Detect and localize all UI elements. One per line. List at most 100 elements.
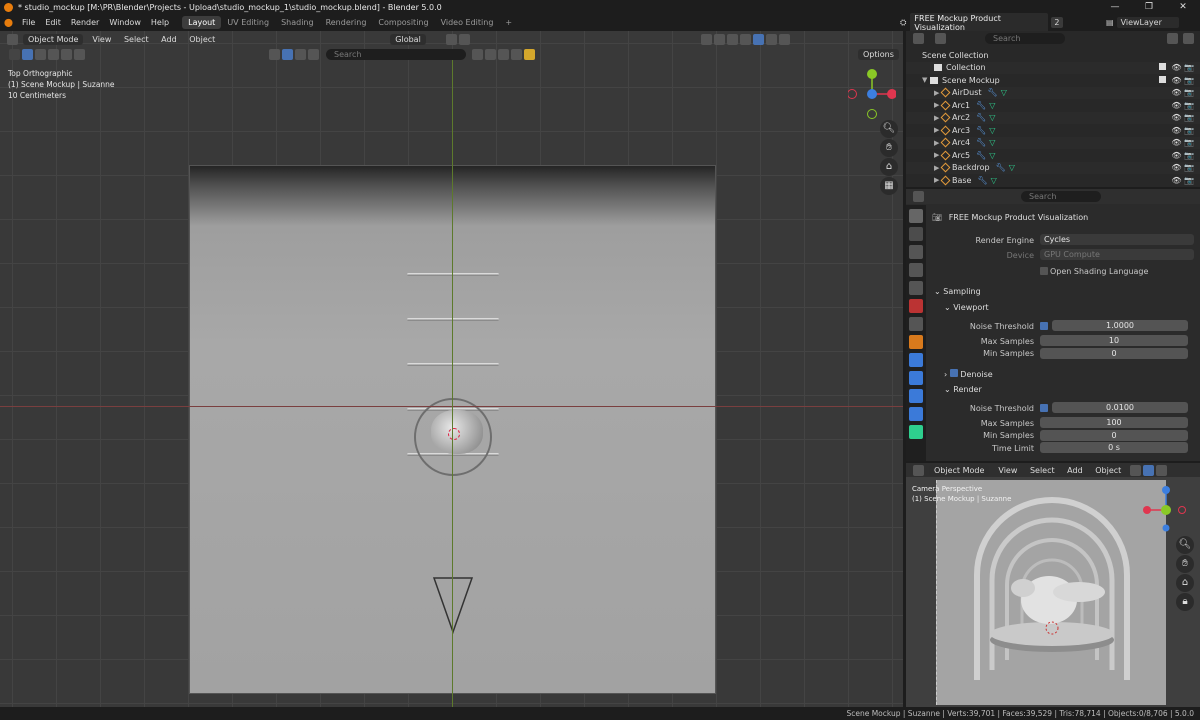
render-noise-threshold-field[interactable]: 0.0100 — [1052, 402, 1188, 413]
outliner-row-arc5[interactable]: ▶ Arc5 🔧︎ ▽ 👁 📷 — [906, 149, 1200, 162]
visibility-icons[interactable]: 👁 📷 — [1171, 113, 1194, 122]
visibility-icons[interactable]: 👁 📷 — [1171, 126, 1194, 135]
tab-compositing[interactable]: Compositing — [372, 16, 434, 29]
camera-view-icon[interactable]: ⌂ — [880, 158, 898, 176]
denoise-checkbox[interactable] — [949, 369, 958, 377]
add-workspace-button[interactable]: + — [499, 16, 518, 29]
select-intersect-icon[interactable] — [74, 49, 85, 60]
viewport-noise-threshold-checkbox[interactable] — [1040, 322, 1048, 330]
menu-help[interactable]: Help — [146, 18, 174, 27]
3d-cursor[interactable] — [448, 428, 460, 440]
options-button[interactable]: Options — [858, 49, 899, 60]
object-tab-icon[interactable] — [909, 335, 923, 349]
menu-window[interactable]: Window — [104, 18, 146, 27]
display-mode-icon[interactable] — [935, 33, 946, 44]
scene-name[interactable]: FREE Mockup Product Visualization — [910, 12, 1049, 33]
menu-view[interactable]: View — [87, 35, 116, 44]
render-min-samples-field[interactable]: 0 — [1040, 430, 1188, 441]
visibility-icons[interactable]: 👁 📷 — [1171, 151, 1194, 160]
visibility-icons[interactable]: 👁 📷 — [1171, 88, 1194, 97]
select-invert-icon[interactable] — [61, 49, 72, 60]
render-engine-dropdown[interactable]: Cycles — [1040, 234, 1194, 245]
visibility-icons[interactable]: 👁 📷 — [1171, 163, 1194, 172]
outliner-filter-icon[interactable] — [1167, 33, 1178, 44]
minimize-button[interactable]: — — [1098, 0, 1132, 14]
xray-toggle-icon[interactable] — [726, 33, 738, 45]
constraints-tab-icon[interactable] — [909, 407, 923, 421]
object-types-icon[interactable] — [269, 49, 280, 60]
camera-zoom-icon[interactable]: 🔍︎ — [1176, 536, 1194, 554]
gizmo-toggle-icon[interactable] — [700, 33, 712, 45]
render-noise-threshold-checkbox[interactable] — [1040, 404, 1048, 412]
tab-layout[interactable]: Layout — [182, 15, 222, 29]
view-layer-tab-icon[interactable] — [909, 263, 923, 277]
navigation-gizmo[interactable] — [848, 68, 896, 120]
select-extend-icon[interactable] — [35, 49, 46, 60]
editor-type-icon[interactable] — [913, 464, 924, 476]
camera-menu-select[interactable]: Select — [1025, 466, 1060, 475]
tab-video-editing[interactable]: Video Editing — [435, 16, 500, 29]
overlay-toggle-icon[interactable] — [713, 33, 725, 45]
select-box-tool-icon[interactable] — [9, 49, 20, 60]
outliner-row-scene-mockup[interactable]: ▼ Scene Mockup 👁 📷 — [906, 74, 1200, 87]
denoise-subpanel-header[interactable]: › Denoise — [944, 369, 993, 379]
device-dropdown[interactable]: GPU Compute — [1040, 249, 1194, 260]
sort-icon[interactable] — [485, 49, 496, 60]
view-layer-name[interactable]: ViewLayer — [1116, 17, 1179, 28]
zoom-icon[interactable]: 🔍︎ — [880, 120, 898, 138]
data-tab-icon[interactable] — [909, 425, 923, 439]
transform-orientation[interactable]: Global — [390, 33, 426, 45]
menu-render[interactable]: Render — [66, 18, 104, 27]
camera-pan-hand-icon[interactable]: ✋︎ — [1176, 555, 1194, 573]
close-button[interactable]: ✕ — [1166, 0, 1200, 14]
output-tab-icon[interactable] — [909, 245, 923, 259]
tool-tab-icon[interactable] — [909, 209, 923, 223]
outliner-row-arc3[interactable]: ▶ Arc3 🔧︎ ▽ 👁 📷 — [906, 124, 1200, 137]
tab-uv-editing[interactable]: UV Editing — [221, 16, 275, 29]
outliner-row-arc1[interactable]: ▶ Arc1 🔧︎ ▽ 👁 📷 — [906, 99, 1200, 112]
sampling-panel-header[interactable]: ⌄ Sampling — [934, 287, 981, 296]
viewport-search-input[interactable]: Search — [326, 49, 466, 60]
selectable-icon[interactable] — [282, 49, 293, 60]
menu-file[interactable]: File — [17, 18, 40, 27]
arc-object[interactable] — [407, 273, 499, 276]
maximize-button[interactable]: ❐ — [1132, 0, 1166, 14]
material-preview-icon[interactable] — [765, 33, 777, 45]
arc-object[interactable] — [407, 363, 499, 366]
viewport-noise-threshold-field[interactable]: 1.0000 — [1052, 320, 1188, 331]
wireframe-shading-icon[interactable] — [739, 33, 751, 45]
blender-menu-icon[interactable]: ⬤ — [4, 18, 13, 27]
menu-object[interactable]: Object — [184, 35, 220, 44]
scene-tab-icon[interactable] — [909, 281, 923, 295]
pan-hand-icon[interactable]: ✋︎ — [880, 139, 898, 157]
arc-object[interactable] — [407, 318, 499, 321]
camera-object-icon[interactable] — [432, 576, 474, 634]
snap-icon[interactable] — [445, 33, 457, 45]
menu-edit[interactable]: Edit — [40, 18, 66, 27]
render-tab-icon[interactable] — [909, 227, 923, 241]
select-subtract-icon[interactable] — [48, 49, 59, 60]
visibility-icons[interactable]: 👁 📷 — [1159, 63, 1194, 72]
viewport-subpanel-header[interactable]: ⌄ Viewport — [944, 303, 989, 312]
visibility-icons[interactable]: 👁 📷 — [1171, 138, 1194, 147]
camera-material-icon[interactable] — [1156, 464, 1168, 476]
select-new-icon[interactable] — [22, 49, 33, 60]
outliner-row-arc2[interactable]: ▶ Arc2 🔧︎ ▽ 👁 📷 — [906, 111, 1200, 124]
rendered-shading-icon[interactable] — [778, 33, 790, 45]
camera-navigation-gizmo[interactable] — [1142, 486, 1186, 532]
collection-tab-icon[interactable] — [909, 317, 923, 331]
funnel-icon[interactable] — [498, 49, 509, 60]
outliner-row-arc4[interactable]: ▶ Arc4 🔧︎ ▽ 👁 📷 — [906, 136, 1200, 149]
outliner-editor-icon[interactable] — [913, 33, 924, 44]
scene-selector[interactable]: ⛭ FREE Mockup Product Visualization 2 — [900, 12, 1110, 33]
physics-tab-icon[interactable] — [909, 389, 923, 403]
camera-menu-add[interactable]: Add — [1062, 466, 1088, 475]
outliner-row-base[interactable]: ▶ Base 🔧︎ ▽ 👁 📷 — [906, 174, 1200, 187]
editor-type-icon[interactable] — [7, 33, 18, 45]
camera-lock-icon[interactable]: 🔒︎ — [1176, 593, 1194, 611]
visibility-icons[interactable]: 👁 📷 — [1171, 176, 1194, 185]
visibility-icon[interactable] — [295, 49, 306, 60]
camera-view-toggle-icon[interactable]: ⌂ — [1176, 574, 1194, 592]
visibility-icons[interactable]: 👁 📷 — [1171, 101, 1194, 110]
viewport-min-samples-field[interactable]: 0 — [1040, 348, 1188, 359]
